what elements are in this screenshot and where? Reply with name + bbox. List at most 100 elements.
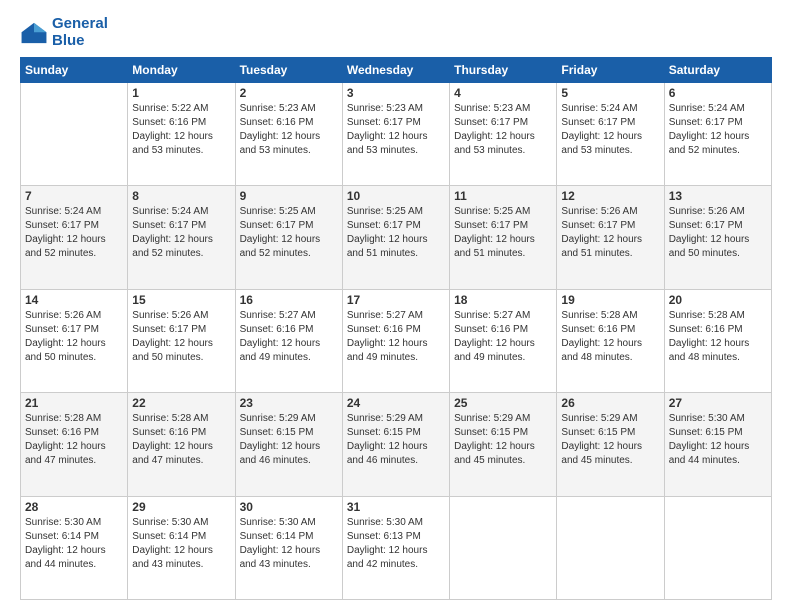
day-number: 20 <box>669 293 767 307</box>
day-info: Sunrise: 5:27 AM Sunset: 6:16 PM Dayligh… <box>454 309 552 365</box>
calendar-cell-5-1: 28 Sunrise: 5:30 AM Sunset: 6:14 PM Dayli… <box>21 496 128 599</box>
day-info: Sunrise: 5:30 AM Sunset: 6:15 PM Dayligh… <box>669 412 767 468</box>
generalblue-logo-icon <box>20 21 48 45</box>
calendar-header-saturday: Saturday <box>664 58 771 83</box>
calendar-cell-5-4: 31Sunrise: 5:30 AM Sunset: 6:13 PM Dayli… <box>342 496 449 599</box>
calendar-cell-1-5: 4 Sunrise: 5:23 AM Sunset: 6:17 PM Daylig… <box>450 83 557 186</box>
day-info: Sunrise: 5:23 AM Sunset: 6:16 PM Dayligh… <box>240 102 338 158</box>
day-info: Sunrise: 5:24 AM Sunset: 6:17 PM Dayligh… <box>132 205 230 261</box>
calendar-header-row: SundayMondayTuesdayWednesdayThursdayFrid… <box>21 58 772 83</box>
calendar-cell-3-3: 16 Sunrise: 5:27 AM Sunset: 6:16 PM Dayli… <box>235 289 342 392</box>
day-info: Sunrise: 5:26 AM Sunset: 6:17 PM Dayligh… <box>132 309 230 365</box>
day-number: 18 <box>454 293 552 307</box>
day-number: 30 <box>240 500 338 514</box>
calendar-cell-4-2: 22 Sunrise: 5:28 AM Sunset: 6:16 PM Dayli… <box>128 393 235 496</box>
calendar-cell-4-5: 25 Sunrise: 5:29 AM Sunset: 6:15 PM Dayli… <box>450 393 557 496</box>
day-number: 16 <box>240 293 338 307</box>
day-info: Sunrise: 5:28 AM Sunset: 6:16 PM Dayligh… <box>25 412 123 468</box>
day-info: Sunrise: 5:30 AM Sunset: 6:14 PM Dayligh… <box>25 516 123 572</box>
calendar-cell-2-2: 8 Sunrise: 5:24 AM Sunset: 6:17 PM Daylig… <box>128 186 235 289</box>
calendar-cell-1-4: 3 Sunrise: 5:23 AM Sunset: 6:17 PM Daylig… <box>342 83 449 186</box>
day-number: 6 <box>669 86 767 100</box>
calendar-header-friday: Friday <box>557 58 664 83</box>
day-info: Sunrise: 5:30 AM Sunset: 6:14 PM Dayligh… <box>132 516 230 572</box>
calendar-cell-1-7: 6Sunrise: 5:24 AM Sunset: 6:17 PM Daylig… <box>664 83 771 186</box>
calendar-cell-2-4: 10 Sunrise: 5:25 AM Sunset: 6:17 PM Dayli… <box>342 186 449 289</box>
day-number: 10 <box>347 189 445 203</box>
day-number: 9 <box>240 189 338 203</box>
calendar-cell-3-1: 14 Sunrise: 5:26 AM Sunset: 6:17 PM Dayli… <box>21 289 128 392</box>
calendar-header-tuesday: Tuesday <box>235 58 342 83</box>
day-number: 22 <box>132 396 230 410</box>
day-number: 3 <box>347 86 445 100</box>
day-info: Sunrise: 5:25 AM Sunset: 6:17 PM Dayligh… <box>347 205 445 261</box>
logo: General Blue <box>20 16 108 49</box>
day-info: Sunrise: 5:28 AM Sunset: 6:16 PM Dayligh… <box>669 309 767 365</box>
day-number: 1 <box>132 86 230 100</box>
header: General Blue <box>20 16 772 49</box>
day-info: Sunrise: 5:26 AM Sunset: 6:17 PM Dayligh… <box>561 205 659 261</box>
day-info: Sunrise: 5:30 AM Sunset: 6:14 PM Dayligh… <box>240 516 338 572</box>
day-info: Sunrise: 5:28 AM Sunset: 6:16 PM Dayligh… <box>561 309 659 365</box>
day-info: Sunrise: 5:28 AM Sunset: 6:16 PM Dayligh… <box>132 412 230 468</box>
day-info: Sunrise: 5:23 AM Sunset: 6:17 PM Dayligh… <box>347 102 445 158</box>
day-number: 31 <box>347 500 445 514</box>
day-info: Sunrise: 5:24 AM Sunset: 6:17 PM Dayligh… <box>561 102 659 158</box>
calendar-cell-4-3: 23Sunrise: 5:29 AM Sunset: 6:15 PM Dayli… <box>235 393 342 496</box>
calendar-cell-5-2: 29Sunrise: 5:30 AM Sunset: 6:14 PM Dayli… <box>128 496 235 599</box>
calendar-cell-5-3: 30 Sunrise: 5:30 AM Sunset: 6:14 PM Dayli… <box>235 496 342 599</box>
calendar-cell-2-1: 7Sunrise: 5:24 AM Sunset: 6:17 PM Daylig… <box>21 186 128 289</box>
logo-general: General <box>52 15 108 32</box>
day-info: Sunrise: 5:23 AM Sunset: 6:17 PM Dayligh… <box>454 102 552 158</box>
day-number: 15 <box>132 293 230 307</box>
page: General Blue SundayMondayTuesdayWednesda… <box>0 0 792 612</box>
calendar-cell-2-5: 11Sunrise: 5:25 AM Sunset: 6:17 PM Dayli… <box>450 186 557 289</box>
day-number: 2 <box>240 86 338 100</box>
day-number: 28 <box>25 500 123 514</box>
calendar-cell-5-7 <box>664 496 771 599</box>
calendar-cell-2-6: 12 Sunrise: 5:26 AM Sunset: 6:17 PM Dayli… <box>557 186 664 289</box>
day-info: Sunrise: 5:29 AM Sunset: 6:15 PM Dayligh… <box>240 412 338 468</box>
calendar-cell-4-1: 21Sunrise: 5:28 AM Sunset: 6:16 PM Dayli… <box>21 393 128 496</box>
day-number: 27 <box>669 396 767 410</box>
day-number: 26 <box>561 396 659 410</box>
calendar-header-monday: Monday <box>128 58 235 83</box>
day-number: 5 <box>561 86 659 100</box>
day-info: Sunrise: 5:26 AM Sunset: 6:17 PM Dayligh… <box>25 309 123 365</box>
calendar-cell-3-5: 18 Sunrise: 5:27 AM Sunset: 6:16 PM Dayli… <box>450 289 557 392</box>
day-info: Sunrise: 5:27 AM Sunset: 6:16 PM Dayligh… <box>240 309 338 365</box>
calendar-cell-5-5 <box>450 496 557 599</box>
day-number: 14 <box>25 293 123 307</box>
calendar-cell-4-4: 24Sunrise: 5:29 AM Sunset: 6:15 PM Dayli… <box>342 393 449 496</box>
calendar-cell-4-7: 27 Sunrise: 5:30 AM Sunset: 6:15 PM Dayli… <box>664 393 771 496</box>
day-info: Sunrise: 5:26 AM Sunset: 6:17 PM Dayligh… <box>669 205 767 261</box>
calendar-table: SundayMondayTuesdayWednesdayThursdayFrid… <box>20 57 772 600</box>
day-info: Sunrise: 5:29 AM Sunset: 6:15 PM Dayligh… <box>561 412 659 468</box>
logo-text: General Blue <box>52 16 108 49</box>
calendar-cell-3-7: 20 Sunrise: 5:28 AM Sunset: 6:16 PM Dayli… <box>664 289 771 392</box>
day-info: Sunrise: 5:22 AM Sunset: 6:16 PM Dayligh… <box>132 102 230 158</box>
day-number: 7 <box>25 189 123 203</box>
calendar-cell-1-1 <box>21 83 128 186</box>
calendar-week-row-4: 21Sunrise: 5:28 AM Sunset: 6:16 PM Dayli… <box>21 393 772 496</box>
calendar-cell-1-6: 5 Sunrise: 5:24 AM Sunset: 6:17 PM Daylig… <box>557 83 664 186</box>
day-number: 11 <box>454 189 552 203</box>
day-number: 19 <box>561 293 659 307</box>
day-number: 12 <box>561 189 659 203</box>
day-number: 25 <box>454 396 552 410</box>
calendar-cell-2-7: 13 Sunrise: 5:26 AM Sunset: 6:17 PM Dayli… <box>664 186 771 289</box>
calendar-cell-3-2: 15 Sunrise: 5:26 AM Sunset: 6:17 PM Dayli… <box>128 289 235 392</box>
calendar-cell-1-3: 2 Sunrise: 5:23 AM Sunset: 6:16 PM Daylig… <box>235 83 342 186</box>
calendar-week-row-2: 7 Sunrise: 5:24 AM Sunset: 6:17 PM Daylig… <box>21 186 772 289</box>
day-number: 17 <box>347 293 445 307</box>
calendar-header-sunday: Sunday <box>21 58 128 83</box>
calendar-week-row-5: 28 Sunrise: 5:30 AM Sunset: 6:14 PM Dayli… <box>21 496 772 599</box>
day-number: 4 <box>454 86 552 100</box>
day-number: 8 <box>132 189 230 203</box>
calendar-cell-5-6 <box>557 496 664 599</box>
day-info: Sunrise: 5:25 AM Sunset: 6:17 PM Dayligh… <box>240 205 338 261</box>
calendar-cell-4-6: 26 Sunrise: 5:29 AM Sunset: 6:15 PM Dayli… <box>557 393 664 496</box>
day-number: 24 <box>347 396 445 410</box>
day-info: Sunrise: 5:29 AM Sunset: 6:15 PM Dayligh… <box>454 412 552 468</box>
day-number: 13 <box>669 189 767 203</box>
